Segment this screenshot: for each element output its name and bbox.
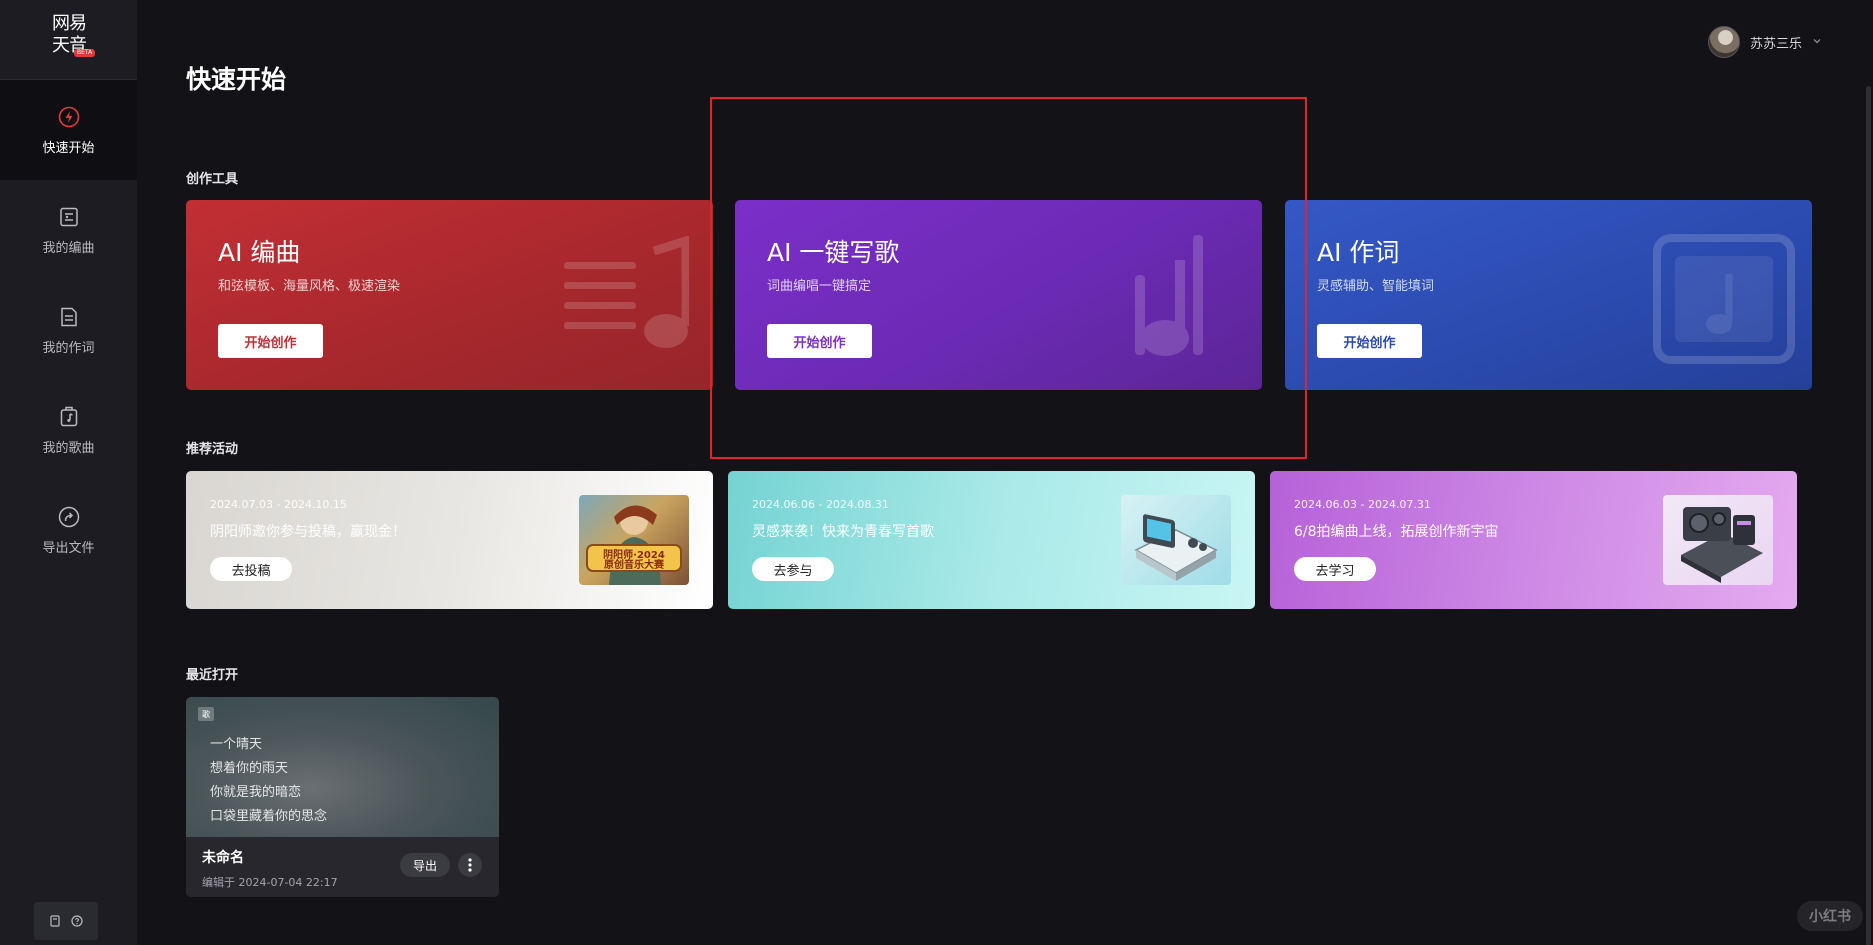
user-menu[interactable]: 苏苏三乐 [1708, 26, 1822, 58]
sidebar: 网易 天音 BETA 快速开始 我的编曲 我的作词 我的歌曲 导出文件 [0, 0, 137, 945]
export-icon [57, 505, 81, 529]
mixer-illustration [1681, 507, 1763, 583]
recent-info: 未命名 编辑于 2024-07-04 22:17 导出 [186, 837, 499, 897]
submit-button[interactable]: 去投稿 [210, 557, 292, 581]
recent-project-card[interactable]: 歌 一个晴天 想着你的雨天 你就是我的暗恋 口袋里藏着你的思念 未命名 编辑于 … [186, 697, 499, 897]
activity-title: 灵感来袭！快来为青春写首歌 [752, 524, 934, 540]
document-icon [57, 305, 81, 329]
sidebar-item-label: 我的作词 [42, 340, 95, 356]
start-create-button[interactable]: 开始创作 [1317, 324, 1422, 358]
sidebar-item-my-songs[interactable]: 我的歌曲 [0, 380, 137, 480]
sidebar-item-export-files[interactable]: 导出文件 [0, 480, 137, 580]
more-icon[interactable] [458, 853, 482, 877]
activity-date: 2024.07.03 - 2024.10.15 [210, 498, 347, 511]
tool-card-subtitle: 和弦模板、海量风格、极速渲染 [218, 279, 401, 294]
help-icon[interactable] [71, 912, 83, 931]
activity-thumbnail: 阴阳师·2024 原创音乐大赛 [579, 495, 689, 585]
sidebar-item-label: 导出文件 [42, 540, 95, 556]
music-note-icon [564, 236, 689, 348]
activity-title: 6/8拍编曲上线，拓展创作新宇宙 [1294, 524, 1499, 540]
activity-card-onmyoji[interactable]: 2024.07.03 - 2024.10.15 阴阳师邀你参与投稿，赢现金！ 去… [186, 471, 713, 609]
help-toolbar [34, 902, 98, 940]
scrollbar-thumb[interactable] [1866, 86, 1871, 945]
sidebar-item-my-arrangements[interactable]: 我的编曲 [0, 180, 137, 280]
chevron-down-icon [1812, 35, 1822, 50]
username: 苏苏三乐 [1750, 36, 1803, 52]
project-name: 未命名 [202, 850, 244, 866]
app-root: 网易 天音 BETA 快速开始 我的编曲 我的作词 我的歌曲 导出文件 快速开始… [0, 0, 1873, 945]
tool-card-title: AI 编曲 [218, 238, 301, 267]
activity-title: 阴阳师邀你参与投稿，赢现金！ [210, 524, 406, 540]
sidebar-item-label: 我的编曲 [42, 240, 95, 256]
page-title: 快速开始 [186, 65, 287, 94]
scrollbar[interactable] [1864, 0, 1873, 945]
activity-date: 2024.06.03 - 2024.07.31 [1294, 498, 1431, 511]
lyric-line: 你就是我的暗恋 [210, 785, 302, 800]
sidebar-item-quick-start[interactable]: 快速开始 [0, 80, 137, 180]
music-box-icon [57, 405, 81, 429]
song-tag: 歌 [198, 707, 214, 721]
character-illustration: 阴阳师·2024 原创音乐大赛 [586, 505, 682, 585]
avatar [1708, 26, 1740, 58]
activity-date: 2024.06.06 - 2024.08.31 [752, 498, 889, 511]
tool-card-ai-lyrics[interactable]: AI 作词 灵感辅助、智能填词 开始创作 [1285, 200, 1812, 390]
edited-time: 编辑于 2024-07-04 22:17 [202, 876, 338, 889]
learn-button[interactable]: 去学习 [1294, 557, 1376, 581]
book-icon[interactable] [49, 912, 61, 931]
logo[interactable]: 网易 天音 BETA [0, 0, 137, 80]
activity-card-youth-song[interactable]: 2024.06.06 - 2024.08.31 灵感来袭！快来为青春写首歌 去参… [728, 471, 1255, 609]
activity-thumbnail [1121, 495, 1231, 585]
sidebar-item-label: 我的歌曲 [42, 440, 95, 456]
studio-device-illustration [1134, 514, 1218, 581]
sidebar-item-label: 快速开始 [42, 140, 95, 156]
lyric-line: 想着你的雨天 [210, 761, 289, 776]
lightning-icon [57, 105, 81, 129]
section-title-activities: 推荐活动 [186, 442, 239, 457]
score-icon [57, 205, 81, 229]
section-title-tools: 创作工具 [186, 172, 239, 187]
activity-thumbnail [1663, 495, 1773, 585]
highlight-box [710, 97, 1307, 459]
activity-card-6-8-time[interactable]: 2024.06.03 - 2024.07.31 6/8拍编曲上线，拓展创作新宇宙… [1270, 471, 1797, 609]
watermark: 小红书 [1797, 901, 1863, 931]
sidebar-item-my-lyrics[interactable]: 我的作词 [0, 280, 137, 380]
tool-card-title: AI 作词 [1317, 238, 1400, 267]
lyric-line: 一个晴天 [210, 737, 263, 752]
recent-preview: 歌 一个晴天 想着你的雨天 你就是我的暗恋 口袋里藏着你的思念 [186, 697, 499, 837]
thumb-text-bottom: 原创音乐大赛 [604, 558, 665, 571]
section-title-recent: 最近打开 [186, 668, 239, 683]
tool-card-ai-arrangement[interactable]: AI 编曲 和弦模板、海量风格、极速渲染 开始创作 [186, 200, 713, 390]
lyric-line: 口袋里藏着你的思念 [210, 809, 328, 824]
beta-badge: BETA [74, 49, 96, 57]
logo-text-line1: 网易 [52, 13, 87, 34]
join-button[interactable]: 去参与 [752, 557, 834, 581]
start-create-button[interactable]: 开始创作 [218, 324, 323, 358]
tool-card-subtitle: 灵感辅助、智能填词 [1317, 279, 1435, 294]
music-sheet-icon [1653, 234, 1795, 364]
export-button[interactable]: 导出 [400, 853, 450, 877]
